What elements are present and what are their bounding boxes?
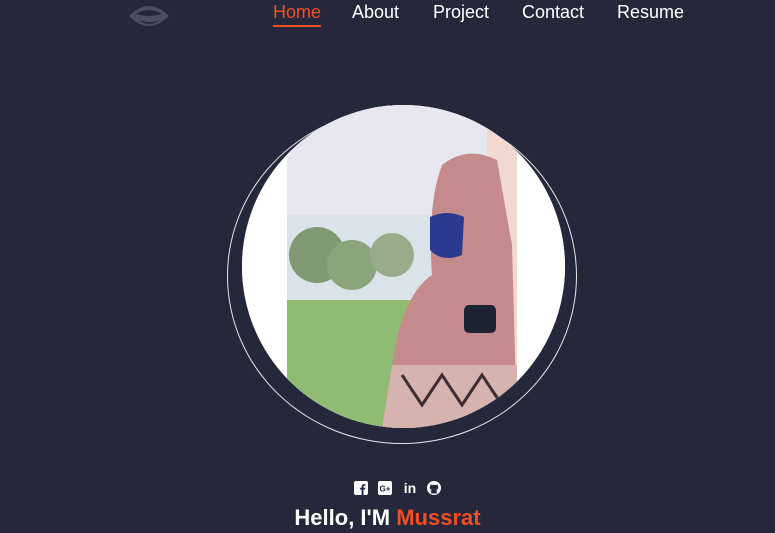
main-nav: Home About Project Contact Resume <box>0 0 775 34</box>
nav-active-underline <box>273 25 322 27</box>
google-plus-icon[interactable]: G+ <box>377 480 393 496</box>
profile-avatar <box>242 105 565 428</box>
nav-contact[interactable]: Contact <box>522 2 584 23</box>
greeting-name: Mussrat <box>396 505 481 530</box>
greeting-prefix: Hello, I'M <box>294 505 391 530</box>
svg-text:in: in <box>404 480 416 496</box>
nav-home[interactable]: Home <box>273 2 322 27</box>
svg-text:G+: G+ <box>380 485 391 494</box>
nav-about-label: About <box>352 2 400 22</box>
nav-project[interactable]: Project <box>433 2 489 23</box>
nav-about[interactable]: About <box>352 2 399 23</box>
facebook-icon[interactable] <box>353 480 369 496</box>
nav-resume[interactable]: Resume <box>617 2 684 23</box>
nav-contact-label: Contact <box>522 2 585 22</box>
nav-project-label: Project <box>433 2 490 22</box>
nav-resume-label: Resume <box>617 2 685 22</box>
github-icon[interactable] <box>426 480 442 496</box>
linkedin-icon[interactable]: in <box>402 480 418 496</box>
hero-greeting: Hello, I'M Mussrat <box>0 505 775 531</box>
nav-home-label: Home <box>273 2 322 22</box>
